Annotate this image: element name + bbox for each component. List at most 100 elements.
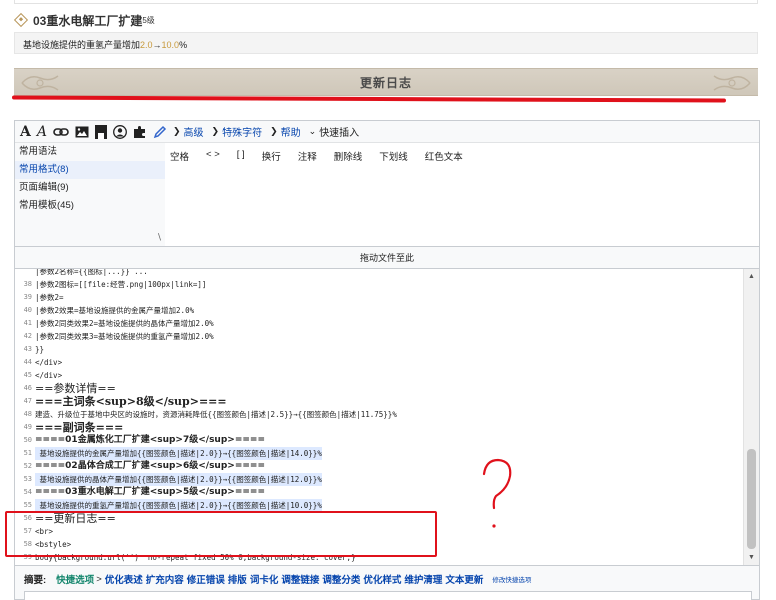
line-text: |参数2同类效果3=基地设施提供的重氢产量增加2.0%	[35, 332, 214, 341]
edit-quick-options-link[interactable]: 修改快捷选项	[492, 574, 531, 584]
scroll-down-icon[interactable]: ▼	[748, 554, 755, 561]
code-line: 51 基地设施提供的金属产量增加{{图签颜色|描述|2.0}}→{{图签颜色|描…	[15, 447, 743, 460]
heading-level: 5级	[142, 15, 155, 25]
code-line: 38 |参数2图标=[[file:经营.png|100px|link=]]	[15, 278, 743, 291]
code-line: 47 ===主词条<sup>8级</sup>===	[15, 395, 743, 408]
line-number: 39	[23, 293, 32, 301]
line-text: ===主词条<sup>8级</sup>===	[35, 395, 227, 408]
helper-nav-item-templates[interactable]: 常用模板(45)	[15, 197, 165, 215]
resize-grip-icon[interactable]: ∖	[156, 232, 162, 243]
line-text: ====03重水电解工厂扩建<sup>5级</sup>====	[35, 487, 265, 497]
summary-option-link[interactable]: 调整分类	[322, 572, 360, 586]
code-line: 41 |参数2同类效果2=基地设施提供的晶体产量增加2.0%	[15, 317, 743, 330]
summary-option-link[interactable]: 优化样式	[363, 572, 401, 586]
line-number	[15, 269, 35, 278]
summary-quick-options: 快捷选项	[56, 575, 95, 586]
insert-comment-button[interactable]: 注释	[295, 147, 320, 165]
summary-input[interactable]	[24, 591, 752, 600]
summary-option-link[interactable]: 维护清理	[404, 572, 442, 586]
line-number: 48	[23, 410, 32, 418]
banner-title: 更新日志	[359, 75, 412, 90]
special-chars-menu[interactable]: ❯ 特殊字符	[212, 124, 263, 139]
line-number: 40	[23, 306, 32, 314]
bold-icon[interactable]: A	[20, 124, 31, 140]
red-box-annotation	[5, 511, 437, 557]
line-text: |参数2同类效果2=基地设施提供的晶体产量增加2.0%	[35, 319, 214, 328]
summary-option-link[interactable]: 修正错误	[187, 572, 225, 586]
image-icon[interactable]	[75, 124, 89, 140]
insert-strikethrough-button[interactable]: 删除线	[331, 147, 366, 165]
code-line: 44 </div>	[15, 356, 743, 369]
insert-red-text-button[interactable]: 红色文本	[422, 147, 466, 165]
chevron-down-icon: ⌄	[308, 126, 317, 136]
code-line: 42 |参数2同类效果3=基地设施提供的重氢产量增加2.0%	[15, 330, 743, 343]
insert-angle-brackets-button[interactable]: < >	[203, 147, 223, 165]
diamond-bullet-icon	[13, 12, 29, 28]
advanced-menu[interactable]: ❯ 高级	[173, 124, 204, 139]
code-line: 50 ====01金属炼化工厂扩建<sup>7级</sup>====	[15, 434, 743, 447]
ornament-right-icon	[713, 75, 751, 91]
save-icon[interactable]	[95, 124, 107, 140]
insert-square-brackets-button[interactable]: [ ]	[234, 147, 248, 165]
summary-label: 摘要:	[24, 575, 47, 586]
line-number: 38	[23, 280, 32, 288]
code-line: 54 ====03重水电解工厂扩建<sup>5级</sup>====	[15, 486, 743, 499]
page-preview: 03重水电解工厂扩建 5级 基地设施提供的重氢产量增加2.0→10.0% 更新日…	[0, 0, 776, 112]
line-text: |参数2名称={{图标|...}} ...	[35, 269, 148, 276]
summary-option-link[interactable]: 文本更新	[445, 572, 483, 586]
summary-option-link[interactable]: 调整链接	[281, 572, 319, 586]
line-number: 53	[23, 475, 32, 483]
line-number: 51	[23, 449, 32, 457]
helper-nav-item-syntax[interactable]: 常用语法	[15, 143, 165, 161]
code-scrollbar[interactable]: ▲ ▼	[743, 269, 759, 565]
line-number: 54	[23, 488, 32, 496]
effect-from-value: 2.0	[140, 40, 153, 50]
insert-underline-button[interactable]: 下划线	[376, 147, 411, 165]
quick-insert-label: 快速插入	[319, 128, 360, 139]
summary-separator: >	[96, 573, 102, 585]
italic-icon[interactable]: A	[37, 124, 47, 140]
insert-linebreak-button[interactable]: 换行	[259, 147, 284, 165]
helper-panel: 常用语法 常用格式(8) 页面编辑(9) 常用模板(45) ∖ 空格 < > […	[15, 143, 759, 247]
section-heading: 03重水电解工厂扩建 5级	[13, 10, 155, 30]
help-menu[interactable]: ❯ 帮助	[270, 124, 301, 139]
code-line: 60</bstyle>	[15, 564, 743, 565]
line-text: ====02晶体合成工厂扩建<sup>6级</sup>====	[35, 461, 265, 471]
wikitext-editor: A A ❯ 高级 ❯ 特殊字符 ❯ 帮助 ⌄ 快速插入 常用语法 常用格式(8) 页面编…	[14, 120, 760, 566]
line-text: |参数2图标=[[file:经营.png|100px|link=]]	[35, 280, 207, 289]
line-number: 45	[23, 371, 32, 379]
summary-option-link[interactable]: 词卡化	[250, 572, 279, 586]
code-line: 49 ===副词条===	[15, 421, 743, 434]
code-line: 46 ==参数详情==	[15, 382, 743, 395]
heading-text: 03重水电解工厂扩建	[33, 13, 143, 28]
helper-nav: 常用语法 常用格式(8) 页面编辑(9) 常用模板(45) ∖	[15, 143, 165, 246]
helper-nav-item-page-edit[interactable]: 页面编辑(9)	[15, 179, 165, 197]
chevron-right-icon: ❯	[270, 126, 278, 136]
link-icon[interactable]	[53, 124, 69, 140]
scroll-up-icon[interactable]: ▲	[748, 273, 755, 280]
scroll-thumb[interactable]	[747, 449, 756, 549]
puzzle-icon[interactable]	[133, 124, 147, 140]
code-line: 39 |参数2=	[15, 291, 743, 304]
quick-insert-menu[interactable]: ⌄ 快速插入	[309, 124, 360, 139]
insert-space-button[interactable]: 空格	[167, 147, 192, 165]
line-text: 建造、升级位于基地中央区的设施时，资源消耗降低{{图签颜色|描述|2.5}}→{…	[35, 410, 397, 419]
ornament-left-icon	[21, 75, 59, 91]
summary-option-link[interactable]: 扩充内容	[146, 572, 184, 586]
line-number: 41	[23, 319, 32, 327]
line-number: 42	[23, 332, 32, 340]
line-text: |参数2效果=基地设施提供的金属产量增加2.0%	[35, 306, 195, 315]
effect-description: 基地设施提供的重氢产量增加2.0→10.0%	[14, 32, 758, 54]
pencil-icon[interactable]	[153, 124, 167, 140]
effect-to-value: 10.0	[161, 40, 180, 50]
summary-option-link[interactable]: 排版	[228, 572, 247, 586]
code-line: 52 ====02晶体合成工厂扩建<sup>6级</sup>====	[15, 460, 743, 473]
line-text: 基地设施提供的晶体产量增加{{图签颜色|描述|2.0}}→{{图签颜色|描述|1…	[35, 473, 322, 486]
file-dropzone[interactable]: 拖动文件至此	[15, 247, 759, 269]
chevron-right-icon: ❯	[173, 126, 181, 136]
user-icon[interactable]	[113, 124, 127, 140]
helper-nav-item-formats[interactable]: 常用格式(8)	[15, 161, 165, 179]
code-line: 48 建造、升级位于基地中央区的设施时，资源消耗降低{{图签颜色|描述|2.5}}…	[15, 408, 743, 421]
line-text: ===副词条===	[35, 421, 124, 434]
summary-option-link[interactable]: 优化表述	[105, 572, 143, 586]
